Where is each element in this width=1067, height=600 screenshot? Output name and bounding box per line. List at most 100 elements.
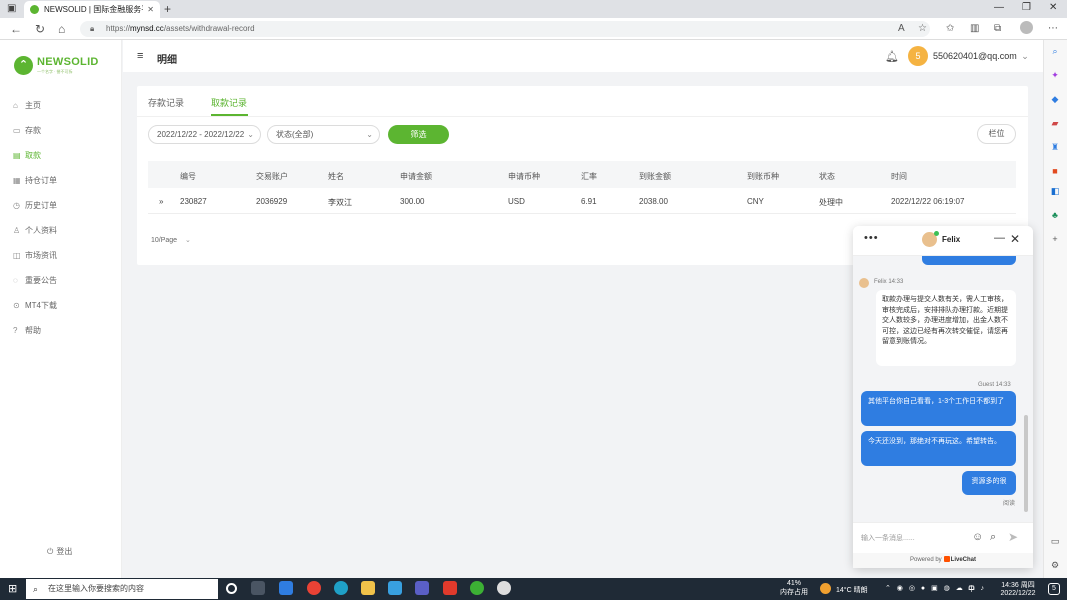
clock-time: 14:36 周四 (1001, 582, 1035, 589)
minimize-chat-icon[interactable]: — (994, 232, 1005, 244)
explorer-app-icon[interactable] (361, 581, 375, 595)
sidebar-item-mt4-download[interactable]: ⊙ MT4下载 (13, 299, 57, 311)
attachment-icon[interactable]: ⌕ (990, 531, 996, 544)
wps-app-icon[interactable] (443, 581, 457, 595)
date-range-picker[interactable]: 2022/12/22 - 2022/12/22 ⌄ (148, 125, 261, 144)
edge-toolbox-icon[interactable]: ▰ (1048, 118, 1062, 130)
hamburger-menu-icon[interactable]: ≡ (137, 50, 143, 62)
help-icon: ? (13, 325, 18, 335)
emoji-icon[interactable]: ☺ (972, 531, 983, 543)
app-icon[interactable] (497, 581, 511, 595)
table-cell: 230827 (180, 197, 207, 206)
chrome-app-icon[interactable] (307, 581, 321, 595)
active-tab-indicator (211, 114, 248, 116)
read-aloud-icon[interactable]: A (898, 23, 905, 34)
send-icon[interactable]: ➤ (1008, 530, 1018, 544)
tab-withdrawal-records[interactable]: 取款记录 (211, 96, 247, 109)
memory-label: 内存占用 (780, 589, 808, 596)
columns-button[interactable]: 栏位 (977, 124, 1016, 144)
browser-tabstrip (0, 0, 1067, 18)
taskbar-search[interactable]: ⌕ 在这里输入你要搜索的内容 (26, 579, 218, 599)
edge-panel-icon[interactable]: ▭ (1048, 536, 1062, 548)
minimize-window-icon[interactable]: — (994, 2, 1004, 13)
address-bar[interactable]: 🔒︎ https://mynsd.cc/assets/withdrawal-re… (80, 21, 930, 37)
sidebar-item-label: 个人资料 (25, 225, 57, 235)
back-icon[interactable]: ← (10, 22, 22, 36)
app-icon[interactable] (415, 581, 429, 595)
collections-icon[interactable]: ⧉ (994, 23, 1001, 34)
browser-menu-icon[interactable]: ▣ (7, 3, 16, 14)
favorites-icon[interactable]: ✩ (946, 23, 954, 34)
sidebar-item-profile[interactable]: ♙ 个人资料 (13, 224, 57, 236)
edge-tag-icon[interactable]: ◆ (1048, 94, 1062, 106)
page-size-select[interactable]: 10/Page ⌄ (151, 236, 191, 244)
weather-text[interactable]: 14°C 晴朗 (836, 585, 868, 595)
restore-window-icon[interactable]: ❐ (1022, 2, 1031, 13)
notification-badge[interactable]: 5 (1048, 583, 1060, 595)
new-tab-icon[interactable]: + (164, 2, 171, 16)
date-range-value: 2022/12/22 - 2022/12/22 (157, 130, 245, 139)
edge-tree-icon[interactable]: ♣ (1048, 210, 1062, 222)
windows-start-icon[interactable]: ⊞ (8, 582, 17, 595)
user-menu[interactable]: 550620401@qq.com ⌄ (933, 51, 1029, 62)
sidebar-item-history[interactable]: ◷ 历史订单 (13, 199, 57, 211)
sidebar-item-announcements[interactable]: ◌ 重要公告 (13, 274, 57, 286)
close-chat-icon[interactable]: ✕ (1010, 232, 1020, 246)
refresh-icon[interactable]: ↻ (35, 22, 45, 36)
chat-menu-icon[interactable]: ••• (864, 232, 879, 244)
table-cell: CNY (747, 197, 764, 206)
lock-icon: 🔒︎ (90, 24, 95, 33)
page-size-value: 10/Page (151, 237, 178, 244)
user-avatar[interactable]: 5 (908, 46, 928, 66)
sidebar-item-help[interactable]: ? 帮助 (13, 324, 41, 336)
sidebar-item-deposit[interactable]: ▭ 存款 (13, 124, 41, 136)
sidebar-item-news[interactable]: ◫ 市场资讯 (13, 249, 57, 261)
tab-deposit-records[interactable]: 存款记录 (148, 96, 184, 109)
status-select-value: 状态(全部) (276, 130, 314, 139)
task-view-icon[interactable] (226, 583, 237, 594)
memory-usage[interactable]: 41% 内存占用 (779, 580, 809, 597)
chat-scrollbar[interactable] (1024, 415, 1028, 512)
notification-bell-icon[interactable]: 🔔︎ (885, 50, 899, 63)
more-options-icon[interactable]: ⋯ (1048, 23, 1058, 34)
edge-app-icon[interactable] (334, 581, 348, 595)
col-header-received-amount: 到账金额 (639, 172, 671, 181)
clock[interactable]: 14:36 周四 2022/12/22 (996, 580, 1040, 597)
edge-outlook-icon[interactable]: ◧ (1048, 186, 1062, 198)
download-icon: ⊙ (13, 300, 20, 310)
home-browser-icon[interactable]: ⌂ (58, 22, 65, 36)
close-window-icon[interactable]: ✕ (1049, 2, 1057, 13)
favorite-add-icon[interactable]: ☆ (918, 23, 927, 34)
sidebar-item-positions[interactable]: ▦ 持仓订单 (13, 174, 57, 186)
logout-button[interactable]: ⏻ 登出 (47, 546, 72, 557)
sidebar-item-home[interactable]: ⌂ 主页 (13, 99, 41, 111)
chat-message-input[interactable]: 输入一条消息...... (861, 533, 915, 543)
expand-row-icon[interactable]: » (159, 197, 163, 206)
sidebar-item-withdraw[interactable]: ▤ 取款 (13, 149, 41, 161)
edge-office-icon[interactable]: ■ (1048, 166, 1062, 178)
edge-settings-icon[interactable]: ⚙ (1048, 560, 1062, 572)
widgets-icon[interactable] (251, 581, 265, 595)
url-path: /assets/withdrawal-record (163, 24, 255, 33)
app-icon[interactable] (388, 581, 402, 595)
edge-sparkle-icon[interactable]: ✦ (1048, 70, 1062, 82)
table-cell: 2036929 (256, 197, 288, 206)
close-tab-icon[interactable]: ✕ (147, 5, 154, 14)
status-select[interactable]: 状态(全部) ⌄ (267, 125, 380, 144)
powered-by[interactable]: Powered by LiveChat (853, 553, 1033, 568)
browser-toolbar: ← ↻ ⌂ 🔒︎ https://mynsd.cc/assets/withdra… (0, 18, 1067, 40)
col-header-account: 交易账户 (256, 172, 288, 181)
ime-indicator[interactable]: 中 (968, 584, 975, 594)
brand-logo[interactable]: ⌃ NEWSOLID 一个名字 · 誉不可拆 (14, 56, 99, 75)
edge-search-icon[interactable]: ⌕ (1048, 46, 1062, 58)
filter-button[interactable]: 筛选 (388, 125, 449, 144)
split-screen-icon[interactable]: ▥ (970, 23, 979, 34)
edge-add-icon[interactable]: + (1048, 234, 1062, 246)
profile-browser-icon[interactable] (1020, 21, 1033, 34)
table-row-divider (148, 213, 1016, 214)
wechat-app-icon[interactable] (470, 581, 484, 595)
col-header-rate: 汇率 (581, 172, 597, 181)
mail-app-icon[interactable] (279, 581, 293, 595)
edge-games-icon[interactable]: ♜ (1048, 142, 1062, 154)
browser-tab[interactable]: NEWSOLID | 国际金融服务平台 ✕ (24, 1, 160, 18)
